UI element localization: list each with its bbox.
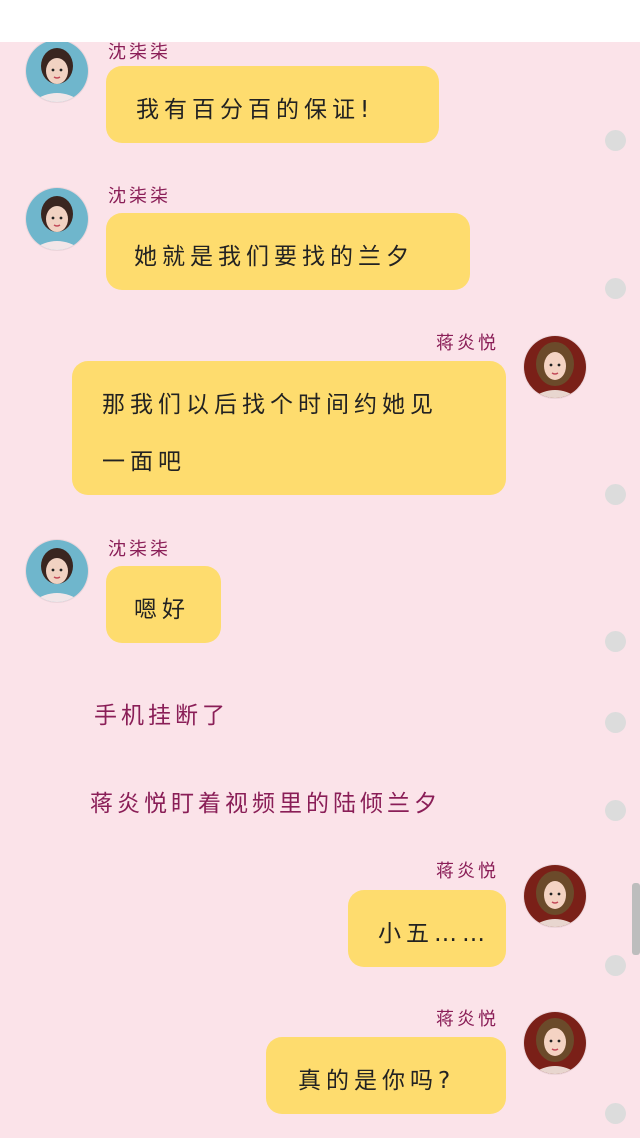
- avatar-icon-shen: [26, 540, 88, 602]
- narration-2: 蒋炎悦盯着视频里的陆倾兰夕: [90, 791, 441, 817]
- message-text-5: 小五……: [378, 921, 490, 947]
- avatar-shen-2[interactable]: [26, 188, 88, 250]
- avatar-icon-shen: [26, 188, 88, 250]
- message-text-2: 她就是我们要找的兰夕: [134, 244, 414, 270]
- message-bubble-3[interactable]: 那我们以后找个时间约她见 一面吧: [72, 361, 506, 495]
- avatar-shen-3[interactable]: [26, 540, 88, 602]
- message-bubble-5[interactable]: 小五……: [348, 890, 506, 967]
- timeline-dot: [605, 955, 626, 976]
- message-text-6: 真的是你吗?: [298, 1068, 456, 1094]
- sender-name-6: 蒋炎悦: [436, 1009, 499, 1030]
- timeline-dot: [605, 712, 626, 733]
- avatar-jiang-2[interactable]: [524, 865, 586, 927]
- message-bubble-4[interactable]: 嗯好: [106, 566, 221, 643]
- avatar-icon-shen: [26, 40, 88, 102]
- sender-name-2: 沈柒柒: [108, 186, 171, 207]
- timeline-dot: [605, 631, 626, 652]
- sender-name-3: 蒋炎悦: [436, 333, 499, 354]
- avatar-icon-jiang: [524, 865, 586, 927]
- sender-name-5: 蒋炎悦: [436, 861, 499, 882]
- message-text-4: 嗯好: [134, 597, 190, 623]
- avatar-shen-1[interactable]: [26, 40, 88, 102]
- sender-name-4: 沈柒柒: [108, 539, 171, 560]
- message-text-3-line1: 那我们以后找个时间约她见: [102, 392, 438, 418]
- timeline-dot: [605, 800, 626, 821]
- avatar-jiang-1[interactable]: [524, 336, 586, 398]
- avatar-jiang-3[interactable]: [524, 1012, 586, 1074]
- timeline-dot: [605, 484, 626, 505]
- avatar-icon-jiang: [524, 336, 586, 398]
- timeline-dot: [605, 278, 626, 299]
- avatar-icon-jiang: [524, 1012, 586, 1074]
- scrollbar[interactable]: [632, 883, 640, 955]
- message-bubble-1[interactable]: 我有百分百的保证!: [106, 66, 439, 143]
- narration-1: 手机挂断了: [94, 703, 229, 729]
- message-bubble-6[interactable]: 真的是你吗?: [266, 1037, 506, 1114]
- timeline-dot: [605, 1103, 626, 1124]
- message-bubble-2[interactable]: 她就是我们要找的兰夕: [106, 213, 470, 290]
- message-text-1: 我有百分百的保证!: [136, 97, 375, 123]
- message-text-3-line2: 一面吧: [102, 449, 186, 475]
- top-bar: [0, 0, 640, 42]
- timeline-dot: [605, 130, 626, 151]
